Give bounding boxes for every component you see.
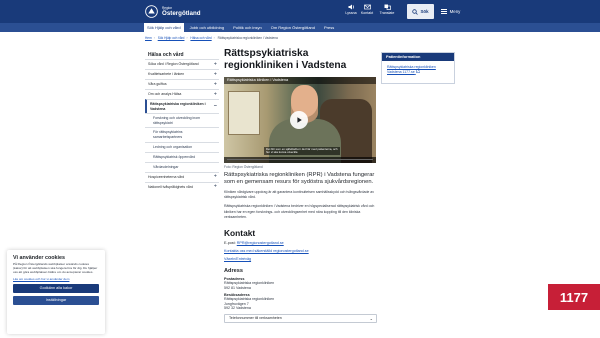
expand-icon[interactable]: + (214, 72, 217, 77)
search-icon (412, 8, 419, 15)
expand-icon[interactable]: + (214, 92, 217, 97)
chevron-down-icon: ⌄ (369, 315, 373, 321)
cookie-text: På Region Östergötlands webbplatser anvä… (13, 262, 98, 274)
section-navigation: Hälsa och vård Söka vård i Region Österg… (145, 52, 219, 192)
sidebar-subitem-ledning[interactable]: Ledning och organisation (145, 141, 219, 152)
breadcrumb-halsa-och-vard[interactable]: Hälsa och vård (190, 36, 211, 40)
contact-label: Kontakt (360, 11, 374, 15)
breadcrumb-home[interactable]: Hem (145, 36, 152, 40)
accept-cookies-button[interactable]: Godkänn alla kakor (13, 283, 99, 293)
hamburger-icon (440, 8, 447, 15)
cookie-links: Läs om cookies och hur vi använder dem (13, 277, 99, 281)
sidebar-item-om-och-analys[interactable]: Om och analys Hälsa + (145, 89, 219, 99)
email-row: E-post: RPR@regionostergotland.se (224, 241, 377, 246)
lead-paragraph: Rättspsykiatriska regionkliniken (RPR) i… (224, 172, 375, 186)
visit-line-3: 592 32 Vadstena (224, 306, 251, 311)
video-title: Rättspsykiatriska kliniken i Vadstena (224, 77, 376, 84)
secure-contact-row: Kontakta oss med säkerställd regionoster… (224, 249, 377, 254)
sidebar-item-rattspsykiatriska[interactable]: Rättspsykiatriska regionkliniken i Vadst… (145, 99, 219, 114)
secure-contact-link[interactable]: Kontakta oss med säkerställd regionoster… (224, 249, 309, 253)
nav-om-region[interactable]: Om Region Östergötland (271, 25, 315, 30)
1177-badge[interactable]: 1177 (548, 284, 600, 310)
search-button[interactable]: Sök (407, 4, 434, 19)
phone-row: Växeln/Entréväg (224, 257, 377, 262)
external-link-icon (415, 69, 420, 74)
sidebar-item-kvalitetsarbete[interactable]: Kvalitetsarbete i länken + (145, 69, 219, 79)
contact-heading: Kontakt (224, 227, 256, 238)
expand-icon[interactable]: + (214, 184, 217, 190)
cookie-link-usage[interactable]: och hur vi använder dem (35, 277, 69, 281)
play-icon (297, 117, 302, 123)
menu-label: Meny (449, 9, 461, 14)
main-content: Rättspsykiatriska regionkliniken i Vadst… (224, 48, 377, 323)
expand-icon[interactable]: + (214, 82, 217, 87)
breadcrumb-current: Rättspsykiatriska regionkliniken i Vadst… (217, 36, 278, 40)
site-header: Region Östergötland Lyssna Kontakt Trans… (0, 0, 600, 23)
patient-info-box: Patientinformation Rättspsykiatriska reg… (381, 52, 455, 84)
translate-icon (384, 4, 391, 10)
listen-icon (348, 4, 354, 10)
play-button[interactable] (290, 111, 308, 129)
phone-accordion[interactable]: Telefonnummer till verksamheten ⌄ (224, 313, 377, 323)
email-link[interactable]: RPR@regionostergotland.se (237, 241, 284, 245)
region-crest-icon (145, 5, 158, 18)
cookie-link-about[interactable]: Läs om cookies (13, 277, 35, 281)
nav-sok-hjalp-och-vard[interactable]: Sök Hjälp och vård (144, 23, 184, 32)
breadcrumb: Hem › Sök Hjälp och vård › Hälsa och vård ›… (145, 36, 278, 40)
sidebar-item-soka-vard[interactable]: Söka vård i Region Östergötland + (145, 59, 219, 69)
sidebar-item-nationell[interactable]: Nationell tvåspråkighets vård + (145, 181, 219, 192)
patient-info-link[interactable]: Rättspsykiatriska regionkliniken Vadsten… (382, 61, 454, 75)
translate-button[interactable]: Translate (376, 4, 398, 15)
video-progress[interactable] (227, 159, 373, 160)
nav-jobb-och-utbildning[interactable]: Jobb och utbildning (190, 25, 224, 30)
patient-info-heading: Patientinformation (382, 53, 454, 61)
body-paragraph-2: Rättspsykiatriska regionkliniken i Vadst… (224, 204, 375, 220)
postal-line-2: 592 81 Vadstena (224, 285, 251, 290)
nav-press[interactable]: Press (324, 25, 334, 30)
expand-icon[interactable]: + (214, 174, 217, 180)
translate-label: Translate (379, 11, 395, 15)
video-subtitle: Det blir som en självklarhet i det här m… (264, 147, 340, 156)
address-heading: Adress (224, 267, 243, 274)
phone-link[interactable]: Växeln/Entréväg (224, 257, 251, 261)
1177-label: 1177 (559, 289, 589, 305)
main-navigation: Sök Hjälp och vård Jobb och utbildning P… (0, 23, 600, 32)
breadcrumb-sok-hjalp[interactable]: Sök Hjälp och vård (158, 36, 185, 40)
sidebar-subitem-samarbetspartners[interactable]: För rättspsykiatrins samarbetspartners (145, 127, 219, 141)
logo-big-text: Östergötland (162, 10, 201, 17)
expand-icon[interactable]: + (214, 62, 217, 67)
sidebar-subitem-vardavdelningar[interactable]: Vårdavdelningar (145, 161, 219, 172)
contact-button[interactable]: Kontakt (356, 4, 378, 15)
section-nav-title[interactable]: Hälsa och vård (145, 52, 219, 59)
search-label: Sök (420, 9, 429, 14)
accordion-label: Telefonnummer till verksamheten (229, 315, 282, 320)
contact-icon (363, 4, 371, 10)
video-player[interactable]: Rättspsykiatriska kliniken i Vadstena De… (224, 77, 376, 163)
cookie-settings-button[interactable]: Inställningar (13, 295, 99, 305)
menu-button[interactable]: Meny (438, 4, 463, 19)
email-label: E-post: (224, 240, 236, 245)
sidebar-item-hospice[interactable]: Hospiceenheterna vård + (145, 171, 219, 182)
region-logo[interactable]: Region Östergötland (145, 4, 201, 19)
collapse-icon[interactable]: − (214, 104, 217, 109)
sidebar-item-vara-guiftus[interactable]: Våra guiftus + (145, 79, 219, 89)
sidebar-subitem-oppenvard[interactable]: Rättspsykiatrisk öppenvård (145, 151, 219, 162)
page-title: Rättspsykiatriska regionkliniken i Vadst… (224, 48, 347, 71)
video-controls[interactable] (224, 157, 376, 163)
sidebar-subitem-forskning[interactable]: Forskning och utveckling inom rättspsyki… (145, 113, 219, 127)
body-paragraph-1: Kliniken vårdgivare uppdrag är att garan… (224, 189, 375, 200)
nav-politik-och-insyn[interactable]: Politik och insyn (233, 25, 262, 30)
listen-label: Lyssna (345, 11, 357, 15)
image-caption: Foto: Region Östergötland (224, 165, 263, 169)
cookie-banner: Vi använder cookies På Region Östergötla… (7, 250, 105, 334)
